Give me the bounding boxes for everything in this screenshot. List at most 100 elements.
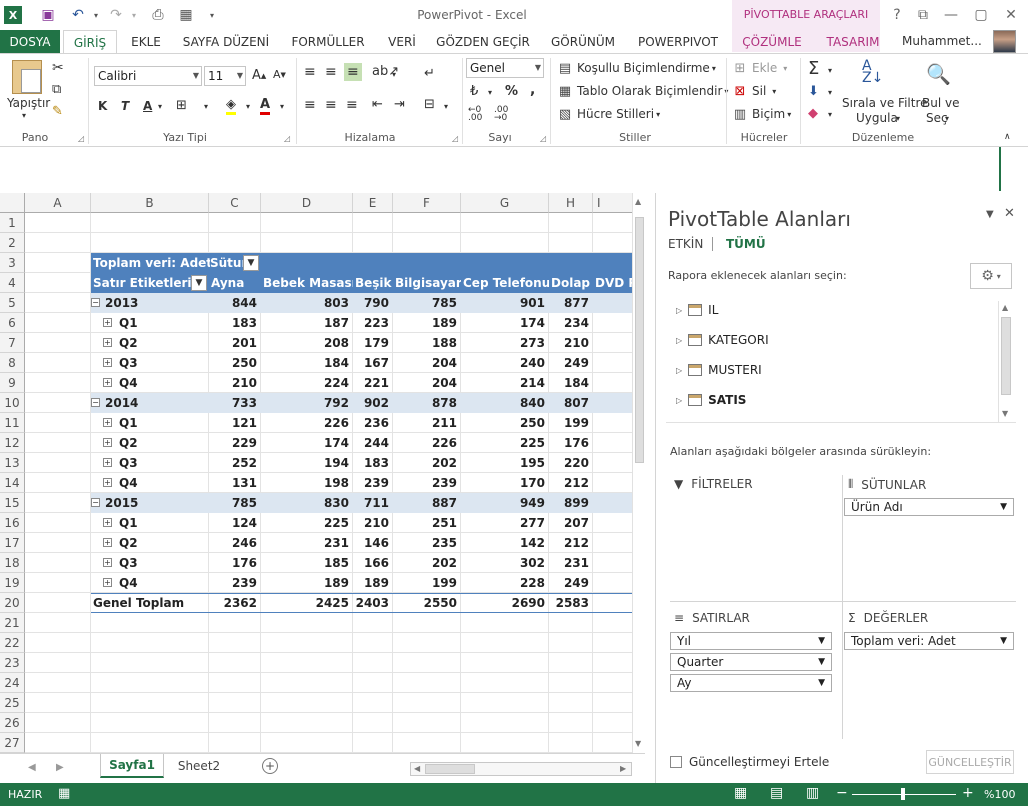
grand-total-cell[interactable]: 2583 (549, 593, 593, 613)
sort-filter-label-2[interactable]: Uygula (856, 111, 898, 125)
pivot-value-cell[interactable]: 208 (261, 333, 353, 353)
pivot-value-cell[interactable]: 124 (209, 513, 261, 533)
tab-powerpivot[interactable]: POWERPIVOT (632, 30, 724, 53)
pivot-value-cell[interactable]: 170 (461, 473, 549, 493)
pivot-column-header[interactable]: Bilgisayar (395, 273, 461, 293)
pivot-value-cell[interactable]: 183 (209, 313, 261, 333)
zoom-level[interactable]: %100 (984, 788, 1015, 801)
row-header[interactable]: 14 (0, 473, 25, 493)
tab-review[interactable]: GÖZDEN GEÇİR (434, 30, 532, 53)
pivot-value-cell[interactable]: 121 (209, 413, 261, 433)
delete-cells-button[interactable]: ⊠ Sil ▾ (732, 83, 777, 99)
insert-cells-button[interactable]: ⊞ Ekle ▾ (732, 60, 788, 76)
collapse-icon[interactable]: − (91, 298, 100, 307)
pivot-value-cell[interactable]: 202 (393, 553, 461, 573)
clipboard-launcher-icon[interactable]: ◿ (78, 134, 84, 143)
row-header[interactable]: 7 (0, 333, 25, 353)
expand-icon[interactable]: + (103, 418, 112, 427)
copy-icon[interactable]: ⧉ (52, 82, 61, 97)
pivot-value-cell[interactable]: 212 (549, 533, 593, 553)
expand-field-icon[interactable]: ▷ (676, 336, 682, 345)
tab-analyze[interactable]: ÇÖZÜMLE (736, 30, 808, 53)
expand-icon[interactable]: + (103, 378, 112, 387)
pivot-value-cell[interactable]: 184 (261, 353, 353, 373)
tab-data[interactable]: VERİ (380, 30, 424, 53)
pivot-column-header[interactable]: Bebek Masası (263, 273, 353, 293)
pivot-row-label[interactable]: 2015 (95, 493, 185, 513)
pivot-value-cell[interactable]: 235 (393, 533, 461, 553)
borders-dropdown-icon[interactable]: ▾ (204, 102, 208, 111)
align-center-icon[interactable]: ≡ (325, 97, 337, 113)
pivot-value-cell[interactable]: 185 (261, 553, 353, 573)
pivot-value-cell[interactable]: 194 (261, 453, 353, 473)
pivot-column-header[interactable]: Cep Telefonu (463, 273, 549, 293)
paste-dropdown-icon[interactable]: ▾ (22, 111, 26, 120)
pivot-value-cell[interactable]: 225 (461, 433, 549, 453)
pivot-value-cell[interactable]: 201 (209, 333, 261, 353)
columns-area-item[interactable]: Ürün Adı ▼ (844, 498, 1014, 516)
row-labels-header[interactable]: Satır Etiketleri (93, 273, 193, 293)
pivot-value-cell[interactable]: 174 (461, 313, 549, 333)
row-header[interactable]: 8 (0, 353, 25, 373)
row-header[interactable]: 25 (0, 693, 25, 713)
expand-icon[interactable]: + (103, 538, 112, 547)
grand-total-cell[interactable]: 2403 (353, 593, 393, 613)
pivot-value-cell[interactable]: 236 (353, 413, 393, 433)
pivot-value-cell[interactable]: 223 (353, 313, 393, 333)
worksheet-grid[interactable]: ABCDEFGHI 1 2 3 4 5 6 7 8 9 10 11 12 13 14 15 16 17 18 19 2… (0, 193, 645, 753)
scroll-left-icon[interactable]: ◀ (414, 764, 420, 773)
tab-all-fields[interactable]: TÜMÜ (726, 237, 766, 251)
pivot-row-label[interactable]: 2014 (95, 393, 185, 413)
scroll-up-icon[interactable]: ▲ (635, 197, 641, 206)
row-header[interactable]: 26 (0, 713, 25, 733)
column-header[interactable]: F (393, 193, 461, 213)
pivot-value-cell[interactable]: 204 (393, 373, 461, 393)
vertical-scrollbar[interactable]: ▲ ▼ (632, 193, 645, 753)
expand-icon[interactable]: + (103, 478, 112, 487)
orientation-dropdown-icon[interactable]: ▾ (392, 70, 396, 79)
cell-styles-button[interactable]: ▧ Hücre Stilleri ▾ (557, 106, 660, 122)
pivot-value-cell[interactable]: 790 (353, 293, 393, 313)
field-scroll-thumb[interactable] (1001, 317, 1011, 395)
pivot-value-cell[interactable]: 807 (549, 393, 593, 413)
column-header[interactable]: B (91, 193, 209, 213)
rows-area-item[interactable]: Ay ▼ (670, 674, 832, 692)
pivot-value-cell[interactable]: 887 (393, 493, 461, 513)
collapse-icon[interactable]: − (91, 398, 100, 407)
column-header[interactable]: E (353, 193, 393, 213)
pivot-row-label[interactable]: Q3 (109, 553, 199, 573)
pivot-value-cell[interactable]: 214 (461, 373, 549, 393)
defer-update-label[interactable]: Güncelleştirmeyi Ertele (689, 755, 829, 769)
pivot-column-header[interactable]: Ayna (211, 273, 261, 293)
pivot-value-cell[interactable]: 199 (393, 573, 461, 593)
comma-icon[interactable]: , (530, 82, 535, 98)
font-name-combo[interactable]: Calibri ▼ (94, 66, 202, 86)
merge-center-icon[interactable]: ⊟ (424, 97, 435, 112)
paste-icon[interactable] (12, 60, 42, 94)
zoom-slider[interactable] (852, 788, 956, 800)
grand-total-cell[interactable]: 2425 (261, 593, 353, 613)
pivot-column-header[interactable]: Dolap (551, 273, 593, 293)
add-sheet-icon[interactable]: + (262, 758, 278, 774)
prev-sheet-icon[interactable]: ◀ (28, 762, 36, 773)
align-left-icon[interactable]: ≡ (304, 97, 316, 113)
row-header[interactable]: 12 (0, 433, 25, 453)
row-header[interactable]: 23 (0, 653, 25, 673)
pivot-value-cell[interactable]: 211 (393, 413, 461, 433)
zoom-in-icon[interactable]: + (962, 785, 974, 801)
pivot-value-cell[interactable]: 234 (549, 313, 593, 333)
zoom-slider-thumb[interactable] (901, 788, 905, 800)
expand-field-icon[interactable]: ▷ (676, 396, 682, 405)
find-select-label-1[interactable]: Bul ve (922, 96, 959, 110)
column-header[interactable]: G (461, 193, 549, 213)
pivot-value-cell[interactable]: 239 (353, 473, 393, 493)
pivot-value-cell[interactable]: 902 (353, 393, 393, 413)
pivot-value-cell[interactable]: 878 (393, 393, 461, 413)
grow-font-icon[interactable]: A ▲ (252, 68, 266, 83)
row-header[interactable]: 11 (0, 413, 25, 433)
row-header[interactable]: 5 (0, 293, 25, 313)
borders-icon[interactable]: ⊞ (176, 98, 187, 113)
tab-insert[interactable]: EKLE (122, 30, 170, 53)
pivot-value-cell[interactable]: 187 (261, 313, 353, 333)
font-size-combo[interactable]: 11 ▼ (204, 66, 246, 86)
